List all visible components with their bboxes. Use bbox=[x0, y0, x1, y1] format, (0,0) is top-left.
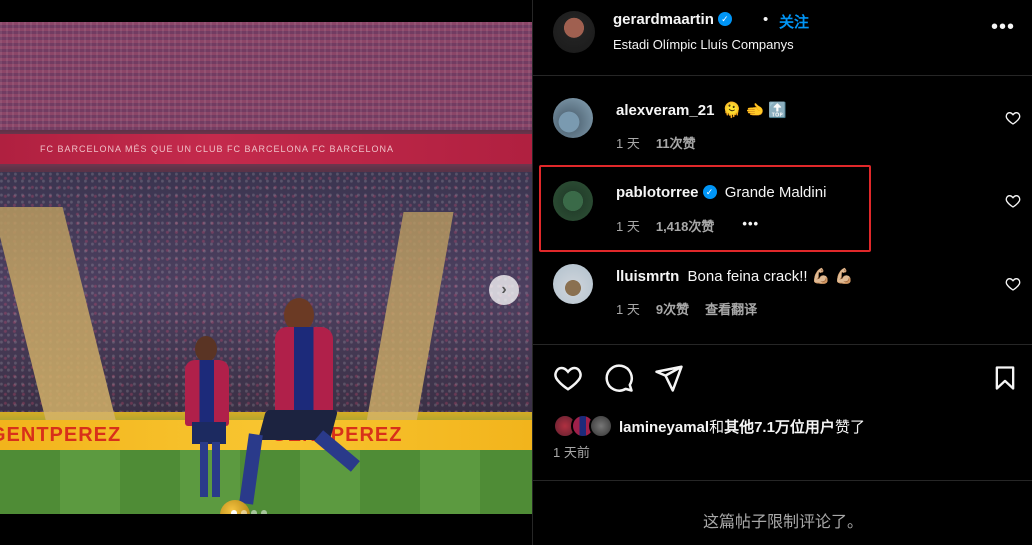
carousel-dot-active bbox=[231, 510, 237, 514]
commenter-avatar[interactable] bbox=[553, 98, 593, 138]
heart-outline-icon[interactable] bbox=[1005, 110, 1021, 126]
heart-outline-icon[interactable] bbox=[1005, 276, 1021, 292]
comment-meta: 1 天 1,418次赞 ••• bbox=[616, 216, 759, 235]
comment-more-icon[interactable]: ••• bbox=[742, 216, 759, 235]
liker-username[interactable]: lamineyamal bbox=[619, 419, 709, 436]
comment-item: pablotorree ✓ Grande Maldini 1 天 1,418次赞 … bbox=[533, 173, 1032, 243]
comment-likes[interactable]: 11次赞 bbox=[656, 133, 696, 152]
comment-bubble-icon[interactable] bbox=[604, 363, 634, 393]
comment-text: 🫠 🫲 🔝 bbox=[722, 102, 787, 119]
liked-by-connector: 和 bbox=[709, 418, 725, 436]
commenter-username[interactable]: lluismrtn bbox=[616, 268, 679, 285]
other-likers-link[interactable]: 其他7.1万位用户 bbox=[724, 419, 835, 436]
more-options-icon[interactable]: ••• bbox=[991, 16, 1015, 39]
comment-line: alexveram_21 🫠 🫲 🔝 bbox=[616, 101, 787, 119]
post-sidebar: gerardmaartin ✓ • 关注 Estadi Olímpic Lluís… bbox=[532, 0, 1032, 545]
comment-meta: 1 天 9次赞 查看翻译 bbox=[616, 299, 757, 318]
stadium-banner: FC BARCELONA MÉS QUE UN CLUB FC BARCELON… bbox=[0, 134, 532, 164]
background-player-shirt bbox=[185, 360, 229, 426]
comment-time[interactable]: 1 天 bbox=[616, 133, 640, 152]
comments-footer: 这篇帖子限制评论了。 bbox=[533, 480, 1032, 545]
carousel-dot bbox=[241, 510, 247, 514]
follow-button[interactable]: 关注 bbox=[779, 11, 809, 32]
background-player-head bbox=[195, 336, 217, 362]
comment-time[interactable]: 1 天 bbox=[616, 216, 640, 235]
liked-by-row: lamineyamal和其他7.1万位用户赞了 bbox=[553, 414, 865, 438]
see-translation-link[interactable]: 查看翻译 bbox=[705, 299, 757, 318]
verified-badge-icon: ✓ bbox=[702, 185, 717, 200]
comment-text: Bona feina crack!! 💪🏼 💪🏼 bbox=[687, 268, 854, 285]
header-separator: • bbox=[763, 11, 769, 28]
post-timestamp[interactable]: 1 天前 bbox=[553, 442, 590, 461]
liked-by-text: lamineyamal和其他7.1万位用户赞了 bbox=[619, 416, 865, 437]
comment-meta: 1 天 11次赞 bbox=[616, 133, 696, 152]
heart-outline-icon[interactable] bbox=[1005, 193, 1021, 209]
carousel-dots bbox=[231, 510, 267, 514]
comment-line: lluismrtn Bona feina crack!! 💪🏼 💪🏼 bbox=[616, 267, 853, 285]
carousel-dot bbox=[261, 510, 267, 514]
author-username[interactable]: gerardmaartin ✓ bbox=[613, 11, 732, 28]
commenter-avatar[interactable] bbox=[553, 181, 593, 221]
post-image[interactable]: FC BARCELONA MÉS QUE UN CLUB FC BARCELON… bbox=[0, 22, 532, 514]
carousel-dot bbox=[251, 510, 257, 514]
background-player-legs bbox=[200, 442, 220, 497]
comment-item: lluismrtn Bona feina crack!! 💪🏼 💪🏼 1 天 9… bbox=[533, 256, 1032, 326]
comment-text: Grande Maldini bbox=[724, 184, 827, 201]
post-action-bar bbox=[533, 344, 1032, 410]
chevron-right-icon: › bbox=[501, 281, 507, 298]
banner-text: FC BARCELONA MÉS QUE UN CLUB FC BARCELON… bbox=[40, 144, 395, 154]
comment-line: pablotorree ✓ Grande Maldini bbox=[616, 184, 826, 201]
pitch-grass bbox=[0, 450, 532, 514]
author-avatar[interactable] bbox=[553, 11, 595, 53]
author-username-text[interactable]: gerardmaartin bbox=[613, 11, 714, 28]
share-send-icon[interactable] bbox=[654, 363, 684, 393]
commenter-username[interactable]: alexveram_21 bbox=[616, 102, 714, 119]
background-player-shorts bbox=[192, 422, 226, 444]
comment-likes[interactable]: 1,418次赞 bbox=[656, 216, 715, 235]
comments-disabled-notice: 这篇帖子限制评论了。 bbox=[702, 514, 863, 531]
liked-by-suffix: 赞了 bbox=[834, 418, 865, 436]
next-slide-button[interactable]: › bbox=[489, 275, 519, 305]
post-location[interactable]: Estadi Olímpic Lluís Companys bbox=[613, 37, 794, 52]
verified-badge-icon: ✓ bbox=[717, 12, 732, 27]
commenter-username[interactable]: pablotorree bbox=[616, 184, 699, 201]
comment-item: alexveram_21 🫠 🫲 🔝 1 天 11次赞 bbox=[533, 90, 1032, 160]
ad-text-left: GENTPEREZ bbox=[0, 423, 122, 446]
bookmark-save-icon[interactable] bbox=[991, 363, 1019, 393]
post-header: gerardmaartin ✓ • 关注 Estadi Olímpic Lluís… bbox=[533, 0, 1032, 76]
stadium-upper-stand bbox=[0, 22, 532, 130]
like-heart-icon[interactable] bbox=[553, 363, 583, 393]
commenter-avatar[interactable] bbox=[553, 264, 593, 304]
comment-time[interactable]: 1 天 bbox=[616, 299, 640, 318]
main-player-shirt bbox=[275, 327, 333, 417]
liker-avatar[interactable] bbox=[589, 414, 613, 438]
comment-likes[interactable]: 9次赞 bbox=[656, 299, 689, 318]
